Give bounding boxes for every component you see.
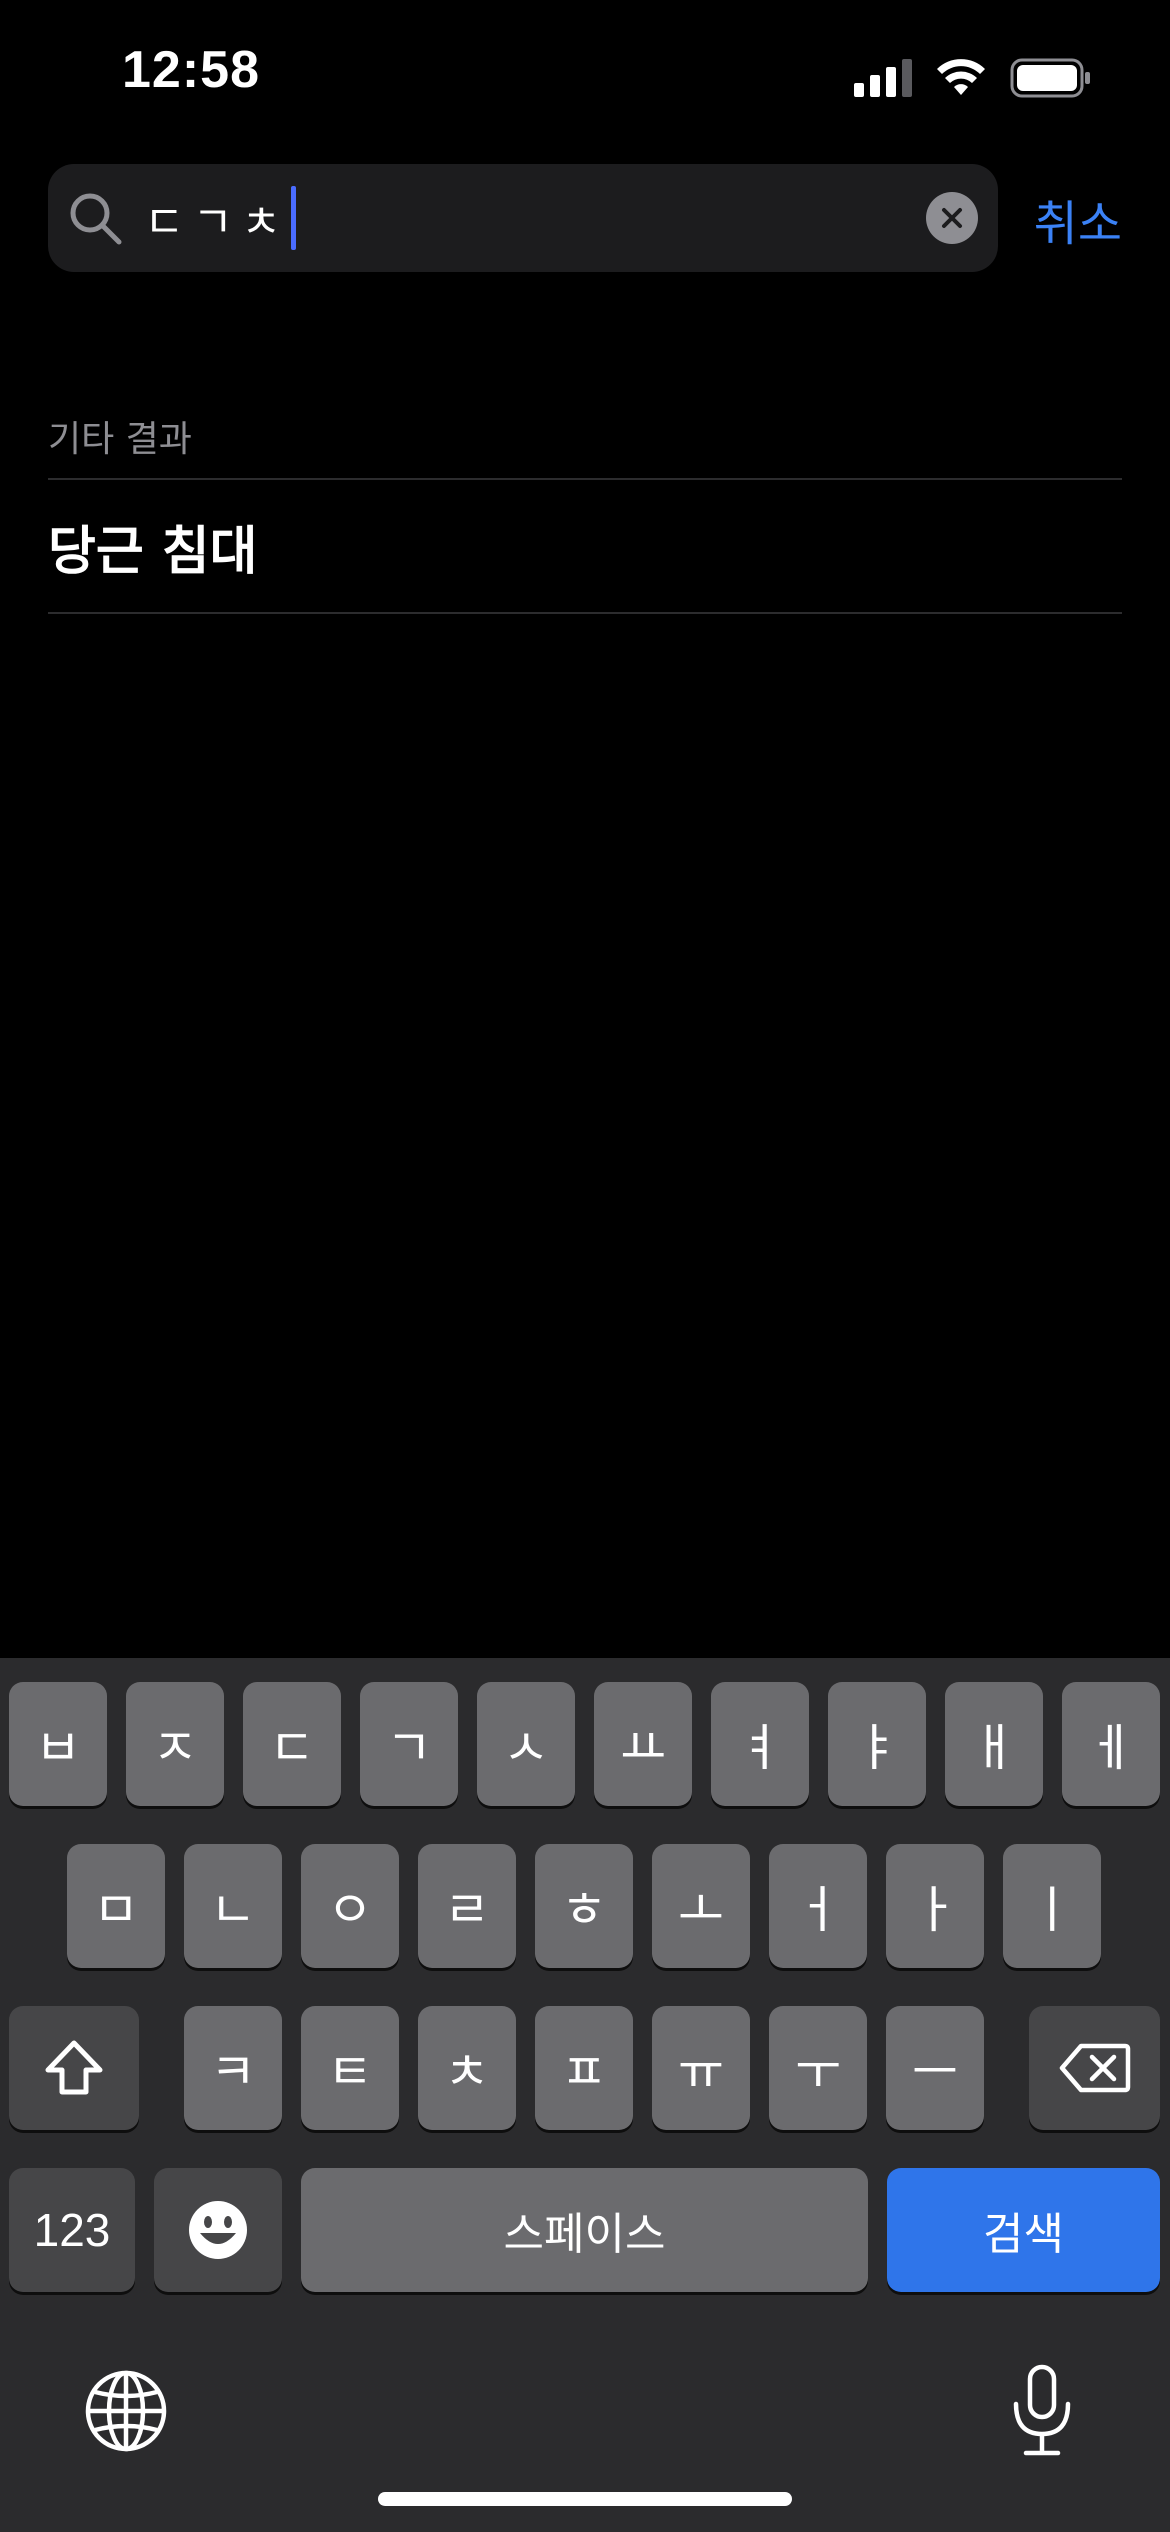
- home-indicator[interactable]: [378, 2492, 792, 2506]
- search-input[interactable]: ㄷㄱㅊ: [144, 186, 297, 250]
- space-key-label: 스페이스: [503, 2209, 666, 2260]
- key-label: ㄷ: [269, 1719, 315, 1777]
- key-label: ㅇ: [327, 1881, 373, 1939]
- key-o[interactable]: ㅗ: [652, 1844, 750, 1968]
- key-d[interactable]: ㄷ: [243, 1682, 341, 1806]
- key-label: ㅡ: [912, 2043, 958, 2101]
- key-g[interactable]: ㄱ: [360, 1682, 458, 1806]
- text-caret: [291, 186, 297, 250]
- key-yo[interactable]: ㅛ: [594, 1682, 692, 1806]
- key-eo[interactable]: ㅓ: [769, 1844, 867, 1968]
- section-header-other-results: 기타 결과: [48, 419, 192, 460]
- cellular-signal-icon: [854, 59, 912, 97]
- key-label: ㅕ: [737, 1719, 783, 1777]
- korean-keyboard: ㅂ ㅈ ㄷ ㄱ ㅅ ㅛ ㅕ ㅑ ㅐ ㅔ ㅁ ㄴ ㅇ ㄹ ㅎ ㅗ ㅓ ㅏ ㅣ ㅋ …: [0, 1658, 1170, 2532]
- key-t[interactable]: ㅌ: [301, 2006, 399, 2130]
- key-yu[interactable]: ㅠ: [652, 2006, 750, 2130]
- backspace-key[interactable]: [1029, 2006, 1160, 2130]
- key-label: ㅅ: [503, 1719, 549, 1777]
- results-divider-bottom: [48, 612, 1122, 614]
- key-r[interactable]: ㄹ: [418, 1844, 516, 1968]
- key-ch[interactable]: ㅊ: [418, 2006, 516, 2130]
- key-e[interactable]: ㅔ: [1062, 1682, 1160, 1806]
- key-label: ㅔ: [1088, 1719, 1134, 1777]
- key-b[interactable]: ㅂ: [9, 1682, 107, 1806]
- result-item-label: 당근 침대: [48, 521, 258, 582]
- key-ae[interactable]: ㅐ: [945, 1682, 1043, 1806]
- numbers-key-label: 123: [33, 2204, 111, 2256]
- key-label: ㅣ: [1029, 1881, 1075, 1939]
- emoji-icon: [189, 2201, 247, 2259]
- key-label: ㅗ: [678, 1881, 724, 1939]
- key-label: ㅠ: [678, 2043, 724, 2101]
- globe-icon[interactable]: [85, 2370, 167, 2452]
- key-yeo[interactable]: ㅕ: [711, 1682, 809, 1806]
- key-u[interactable]: ㅜ: [769, 2006, 867, 2130]
- emoji-key[interactable]: [154, 2168, 282, 2292]
- key-label: ㅏ: [912, 1881, 958, 1939]
- key-n[interactable]: ㄴ: [184, 1844, 282, 1968]
- numbers-key[interactable]: 123: [9, 2168, 135, 2292]
- shift-icon: [45, 2040, 103, 2095]
- key-i[interactable]: ㅣ: [1003, 1844, 1101, 1968]
- status-bar: 12:58: [0, 0, 1170, 150]
- wifi-icon: [937, 59, 985, 95]
- result-item[interactable]: 당근 침대: [48, 480, 1122, 612]
- key-label: ㅎ: [561, 1881, 607, 1939]
- key-label: ㅁ: [93, 1881, 139, 1939]
- space-key[interactable]: 스페이스: [301, 2168, 868, 2292]
- microphone-icon[interactable]: [1010, 2364, 1074, 2458]
- shift-key[interactable]: [9, 2006, 139, 2130]
- key-a[interactable]: ㅏ: [886, 1844, 984, 1968]
- key-label: ㅑ: [854, 1719, 900, 1777]
- key-label: ㅐ: [971, 1719, 1017, 1777]
- key-label: ㅋ: [210, 2043, 256, 2101]
- key-label: ㅓ: [795, 1881, 841, 1939]
- key-label: ㅈ: [152, 1719, 198, 1777]
- key-m[interactable]: ㅁ: [67, 1844, 165, 1968]
- key-ya[interactable]: ㅑ: [828, 1682, 926, 1806]
- key-ng[interactable]: ㅇ: [301, 1844, 399, 1968]
- key-label: ㅜ: [795, 2043, 841, 2101]
- status-icons: [854, 56, 1092, 100]
- search-query: ㄷㄱㅊ: [144, 197, 290, 248]
- cancel-button[interactable]: 취소: [1034, 184, 1122, 254]
- search-row: ㄷㄱㅊ 취소: [48, 164, 1122, 274]
- key-label: ㄱ: [386, 1719, 432, 1777]
- key-h[interactable]: ㅎ: [535, 1844, 633, 1968]
- key-p[interactable]: ㅍ: [535, 2006, 633, 2130]
- search-field[interactable]: ㄷㄱㅊ: [48, 164, 998, 272]
- backspace-icon: [1059, 2043, 1130, 2093]
- battery-icon: [1010, 58, 1090, 98]
- key-s[interactable]: ㅅ: [477, 1682, 575, 1806]
- key-label: ㅛ: [620, 1719, 666, 1777]
- key-label: ㄴ: [210, 1881, 256, 1939]
- search-key-label: 검색: [983, 2209, 1064, 2260]
- status-time: 12:58: [122, 41, 260, 99]
- key-label: ㅍ: [561, 2043, 607, 2101]
- key-label: ㅌ: [327, 2043, 373, 2101]
- key-j[interactable]: ㅈ: [126, 1682, 224, 1806]
- key-label: ㄹ: [444, 1881, 490, 1939]
- key-label: ㅊ: [444, 2043, 490, 2101]
- key-eu[interactable]: ㅡ: [886, 2006, 984, 2130]
- clear-x-icon: [942, 208, 962, 228]
- key-k[interactable]: ㅋ: [184, 2006, 282, 2130]
- key-label: ㅂ: [35, 1719, 81, 1777]
- clear-search-button[interactable]: [926, 192, 978, 244]
- search-icon: [70, 193, 122, 245]
- search-key[interactable]: 검색: [887, 2168, 1160, 2292]
